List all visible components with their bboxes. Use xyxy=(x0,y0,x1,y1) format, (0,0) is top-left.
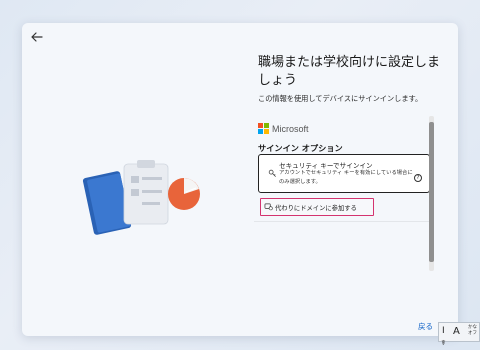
panel-divider xyxy=(254,221,430,222)
help-icon[interactable]: ? xyxy=(414,174,422,182)
brand-name: Microsoft xyxy=(272,123,309,134)
ime-kana-status: かなオフ xyxy=(468,325,477,336)
microsoft-logo-icon xyxy=(258,123,269,134)
domain-join-button[interactable]: 代わりにドメインに参加する xyxy=(260,198,374,216)
signin-panel: Microsoft サインイン オプション セキュリティ キーでサインイン アカ… xyxy=(254,116,434,276)
back-arrow-icon[interactable] xyxy=(30,30,44,44)
page-title: 職場または学校向けに設定しましょう xyxy=(258,55,441,88)
security-key-option[interactable]: セキュリティ キーでサインイン アカウントでセキュリティ キーを有効にしている場… xyxy=(258,154,430,193)
option-description: アカウントでセキュリティ キーを有効にしている場合にのみ選択します。 xyxy=(279,170,413,185)
page-subtitle: この情報を使用してデバイスにサインインします。 xyxy=(258,94,423,103)
ime-cursor-icon: Ι xyxy=(442,326,445,336)
signin-options-header: サインイン オプション xyxy=(258,143,343,153)
back-button[interactable]: 戻る xyxy=(418,321,433,332)
oobe-window: 職場または学校向けに設定しましょう この情報を使用してデバイスにサインインします… xyxy=(22,23,458,336)
accessibility-icon[interactable]: ☤ xyxy=(441,339,446,347)
domain-join-label: 代わりにドメインに参加する xyxy=(275,204,357,212)
scrollbar-thumb[interactable] xyxy=(429,122,434,262)
microsoft-brand: Microsoft xyxy=(258,123,309,134)
clipboard-icon xyxy=(123,160,169,225)
panel-scrollbar[interactable] xyxy=(429,116,434,271)
setup-illustration xyxy=(82,160,200,235)
pie-chart-icon xyxy=(168,178,200,210)
ime-mode: A xyxy=(453,326,460,337)
domain-icon xyxy=(264,203,273,211)
key-icon xyxy=(268,169,276,177)
